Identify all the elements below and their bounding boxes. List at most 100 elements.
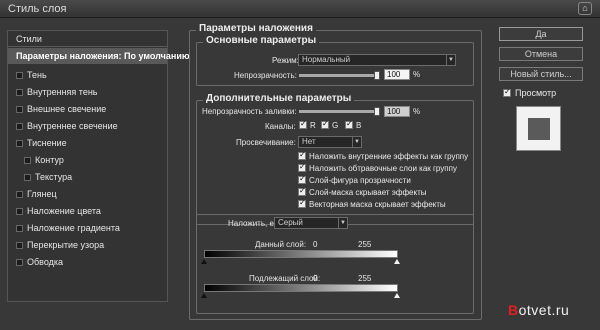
checkbox-icon[interactable]: [16, 72, 23, 79]
styles-item-blending-options[interactable]: Параметры наложения: По умолчанию: [8, 48, 190, 64]
ok-button[interactable]: Да: [499, 27, 583, 41]
opacity-slider-thumb[interactable]: [374, 71, 380, 80]
checkbox-icon: [321, 119, 329, 129]
styles-item-label: Обводка: [27, 257, 64, 267]
option-vector-mask-hides[interactable]: Векторная маска скрывает эффекты: [298, 198, 446, 209]
underlying-gradient: [204, 284, 398, 292]
opacity-label: Непрозрачность:: [234, 71, 297, 80]
blend-if-group: [196, 214, 474, 314]
styles-item-label: Внешнее свечение: [27, 104, 107, 114]
option-label: Наложить внутренние эффекты как группу: [309, 152, 469, 161]
styles-item-color-overlay[interactable]: Наложение цвета: [8, 203, 167, 219]
fill-opacity-slider-thumb[interactable]: [374, 107, 380, 116]
preview-square: [528, 118, 550, 140]
title-bar: Стиль слоя ⌂: [0, 0, 600, 18]
fill-opacity-unit: %: [413, 107, 421, 116]
styles-item-gradient-overlay[interactable]: Наложение градиента: [8, 220, 167, 236]
underlying-white-slider[interactable]: [394, 293, 400, 298]
underlying-label: Подлежащий слой:: [249, 274, 321, 283]
channel-b-checkbox[interactable]: B: [345, 119, 361, 130]
preview-label: Просмотр: [515, 88, 557, 98]
knockout-value: Нет: [302, 137, 316, 146]
mode-label: Режим:: [272, 56, 299, 65]
styles-item-label: Тиснение: [27, 138, 67, 148]
option-interior-effects[interactable]: Наложить внутренние эффекты как группу: [298, 150, 469, 161]
styles-item-label: Наложение градиента: [27, 223, 120, 233]
this-layer-gradient: [204, 250, 398, 258]
opacity-unit: %: [413, 70, 421, 79]
mode-select[interactable]: Нормальный ▼: [298, 54, 456, 66]
styles-item-inner-glow[interactable]: Внутреннее свечение: [8, 118, 167, 134]
chevron-down-icon: ▼: [338, 218, 347, 228]
checkbox-icon[interactable]: [16, 242, 23, 249]
styles-item-drop-shadow[interactable]: Тень: [8, 67, 167, 83]
checkbox-icon[interactable]: [16, 123, 23, 130]
checkbox-icon: [345, 119, 353, 129]
checkbox-icon[interactable]: [16, 191, 23, 198]
checkbox-icon[interactable]: [24, 157, 31, 164]
checkbox-icon[interactable]: [16, 106, 23, 113]
advanced-title: Дополнительные параметры: [203, 93, 355, 104]
checkbox-icon: [503, 87, 511, 97]
watermark-logo: Botvet.ru: [508, 302, 570, 318]
knockout-select[interactable]: Нет ▼: [298, 136, 362, 148]
fill-opacity-slider[interactable]: [299, 107, 380, 116]
underlying-min: 0: [313, 274, 318, 283]
channel-g-checkbox[interactable]: G: [321, 119, 338, 130]
checkbox-icon[interactable]: [16, 225, 23, 232]
styles-item-bevel[interactable]: Тиснение: [8, 135, 167, 151]
checkbox-icon: [298, 198, 306, 208]
blend-if-value: Серый: [278, 218, 303, 227]
channel-r-checkbox[interactable]: R: [299, 119, 316, 130]
option-label: Слой-маска скрывает эффекты: [309, 188, 427, 197]
option-transparency-shapes[interactable]: Слой-фигура прозрачности: [298, 174, 411, 185]
underlying-black-slider[interactable]: [201, 293, 207, 298]
this-layer-max: 255: [358, 240, 372, 249]
checkbox-icon: [298, 174, 306, 184]
new-style-button[interactable]: Новый стиль...: [499, 67, 583, 81]
styles-item-contour[interactable]: Контур: [8, 152, 167, 168]
checkbox-icon[interactable]: [24, 174, 31, 181]
blending-options-title: Параметры наложения: [196, 23, 316, 34]
checkbox-icon[interactable]: [16, 259, 23, 266]
styles-item-outer-glow[interactable]: Внешнее свечение: [8, 101, 167, 117]
checkbox-icon: [298, 186, 306, 196]
styles-item-stroke[interactable]: Обводка: [8, 254, 167, 270]
option-layer-mask-hides[interactable]: Слой-маска скрывает эффекты: [298, 186, 427, 197]
basic-title: Основные параметры: [203, 35, 320, 46]
styles-item-satin[interactable]: Глянец: [8, 186, 167, 202]
checkbox-icon[interactable]: [16, 140, 23, 147]
styles-item-texture[interactable]: Текстура: [8, 169, 167, 185]
checkbox-icon: [298, 162, 306, 172]
cancel-button[interactable]: Отмена: [499, 47, 583, 61]
channels-label: Каналы:: [265, 122, 296, 131]
opacity-input[interactable]: 100: [384, 69, 410, 80]
checkbox-icon[interactable]: [16, 89, 23, 96]
option-clipped-layers[interactable]: Наложить обтравочные слои как группу: [298, 162, 457, 173]
fill-opacity-input[interactable]: 100: [384, 106, 410, 117]
this-layer-white-slider[interactable]: [394, 259, 400, 264]
style-preview-swatch: [516, 106, 561, 151]
checkbox-icon: [299, 119, 307, 129]
underlying-max: 255: [358, 274, 372, 283]
styles-item-pattern-overlay[interactable]: Перекрытие узора: [8, 237, 167, 253]
styles-item-label: Внутренняя тень: [27, 87, 98, 97]
chevron-down-icon: ▼: [446, 55, 455, 65]
option-label: Векторная маска скрывает эффекты: [309, 200, 446, 209]
styles-item-inner-shadow[interactable]: Внутренняя тень: [8, 84, 167, 100]
styles-item-label: Наложение цвета: [27, 206, 101, 216]
styles-item-label: Текстура: [35, 172, 73, 182]
blend-if-select[interactable]: Серый ▼: [274, 217, 348, 229]
window-title: Стиль слоя: [8, 3, 67, 15]
channel-r-label: R: [310, 121, 316, 130]
styles-item-label: Контур: [35, 155, 64, 165]
close-icon[interactable]: ⌂: [578, 2, 592, 15]
this-layer-min: 0: [313, 240, 318, 249]
styles-header[interactable]: Стили: [8, 31, 167, 47]
preview-checkbox[interactable]: Просмотр: [503, 87, 557, 98]
styles-item-label: Перекрытие узора: [27, 240, 105, 250]
opacity-slider[interactable]: [299, 71, 380, 80]
option-label: Слой-фигура прозрачности: [309, 176, 411, 185]
this-layer-black-slider[interactable]: [201, 259, 207, 264]
checkbox-icon[interactable]: [16, 208, 23, 215]
